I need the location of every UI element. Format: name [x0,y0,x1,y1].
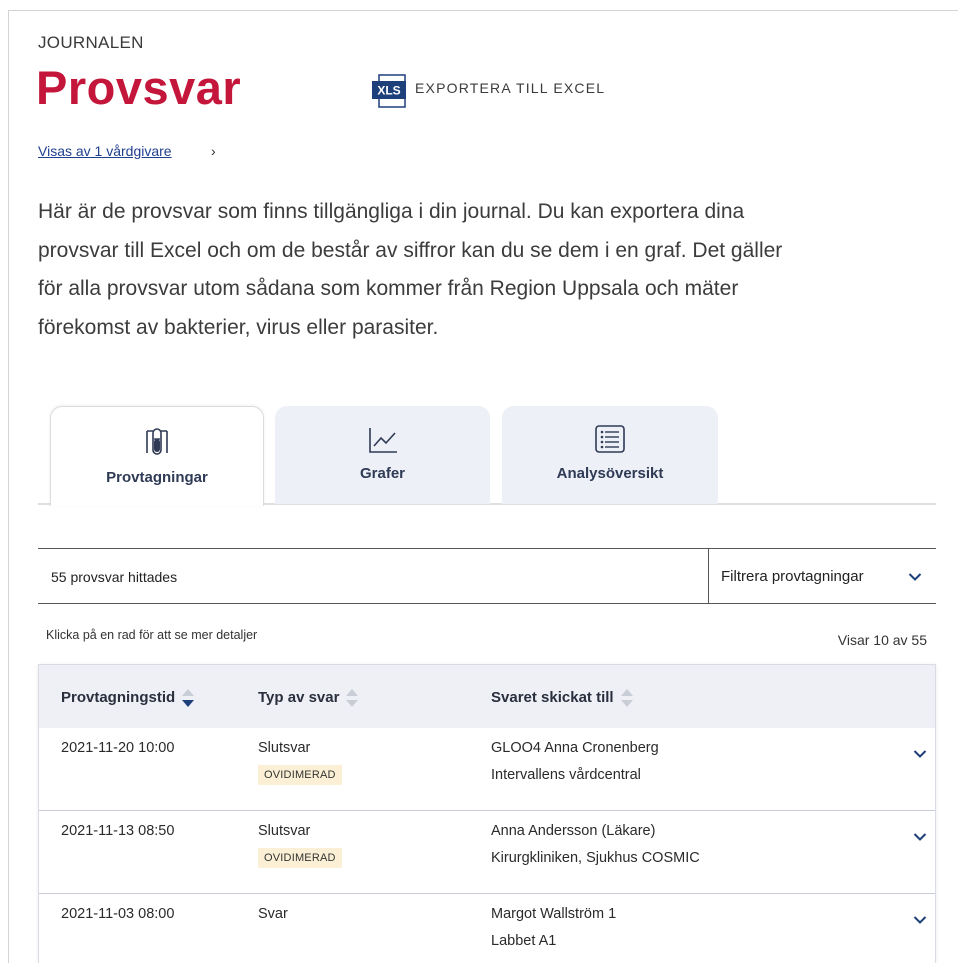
cell-time: 2021-11-20 10:00 [61,740,175,756]
cell-recipient: Anna Andersson (Läkare) [491,823,656,839]
column-label: Typ av svar [258,688,340,706]
table-row[interactable]: 2021-11-03 08:00 Svar Margot Wallström 1… [39,894,935,963]
page-title: Provsvar [36,61,242,114]
tab-bar: Provtagningar Grafer Analysöversikt [38,406,936,506]
cell-type: Slutsvar [258,823,311,839]
cell-type: Svar [258,906,288,922]
column-header-typ-av-svar[interactable]: Typ av svar [258,687,359,707]
tab-label-provtagningar: Provtagningar [106,469,208,486]
tab-label-grafer: Grafer [359,465,406,482]
providers-link[interactable]: Visas av 1 vårdgivare [38,143,172,159]
table-row[interactable]: 2021-11-20 10:00 Slutsvar OVIDIMERAD GLO… [39,728,935,811]
cell-unit: Intervallens vårdcentral [491,767,641,783]
sort-icon [345,687,359,707]
chevron-down-icon[interactable] [913,746,927,764]
table-row[interactable]: 2021-11-13 08:50 Slutsvar OVIDIMERAD Ann… [39,811,935,894]
showing-count: Visar 10 av 55 [837,632,927,648]
export-excel-button[interactable]: XLS EXPORTERA TILL EXCEL [371,73,606,108]
svg-text:XLS: XLS [377,84,400,98]
tab-analysoversikt[interactable]: Analysöversikt [502,406,718,504]
section-overline: JOURNALEN [38,33,144,52]
sort-icon [620,687,634,707]
filter-dropdown-button[interactable]: Filtrera provtagningar [708,549,936,603]
line-chart-icon [368,426,398,459]
cell-recipient: GLOO4 Anna Cronenberg [491,740,659,756]
results-bar: 55 provsvar hittades Filtrera provtagnin… [38,548,936,604]
results-count: 55 provsvar hittades [51,569,178,585]
tab-label-analysoversikt: Analysöversikt [556,465,664,482]
cell-unit: Kirurgkliniken, Sjukhus COSMIC [491,850,700,866]
cell-recipient: Margot Wallström 1 [491,906,617,922]
chevron-right-icon: › [211,143,216,159]
status-badge: OVIDIMERAD [258,765,342,785]
column-header-provtagningstid[interactable]: Provtagningstid [61,687,195,707]
tab-grafer[interactable]: Grafer [275,406,490,504]
cell-time: 2021-11-03 08:00 [61,906,175,922]
tab-provtagningar[interactable]: Provtagningar [50,406,264,506]
cell-unit: Labbet A1 [491,933,557,949]
chevron-down-icon[interactable] [913,912,927,930]
row-click-hint: Klicka på en rad för att se mer detaljer [46,628,258,642]
list-icon [594,424,626,459]
results-table: Provtagningstid Typ av svar Svaret skick… [38,664,936,963]
excel-file-icon: XLS [371,74,409,108]
test-tube-icon [144,427,170,462]
column-label: Provtagningstid [61,688,176,706]
table-header: Provtagningstid Typ av svar Svaret skick… [39,665,935,729]
cell-type: Slutsvar [258,740,311,756]
column-label: Svaret skickat till [491,688,614,706]
column-header-svaret-skickat-till[interactable]: Svaret skickat till [491,687,634,707]
filter-label: Filtrera provtagningar [721,568,864,585]
export-excel-label: EXPORTERA TILL EXCEL [415,80,606,96]
sort-descending-icon [181,687,195,707]
intro-text: Här är de provsvar som finns tillgänglig… [38,200,783,339]
chevron-down-icon[interactable] [913,829,927,847]
status-badge: OVIDIMERAD [258,848,342,868]
cell-time: 2021-11-13 08:50 [61,823,175,839]
chevron-down-icon [908,569,922,587]
